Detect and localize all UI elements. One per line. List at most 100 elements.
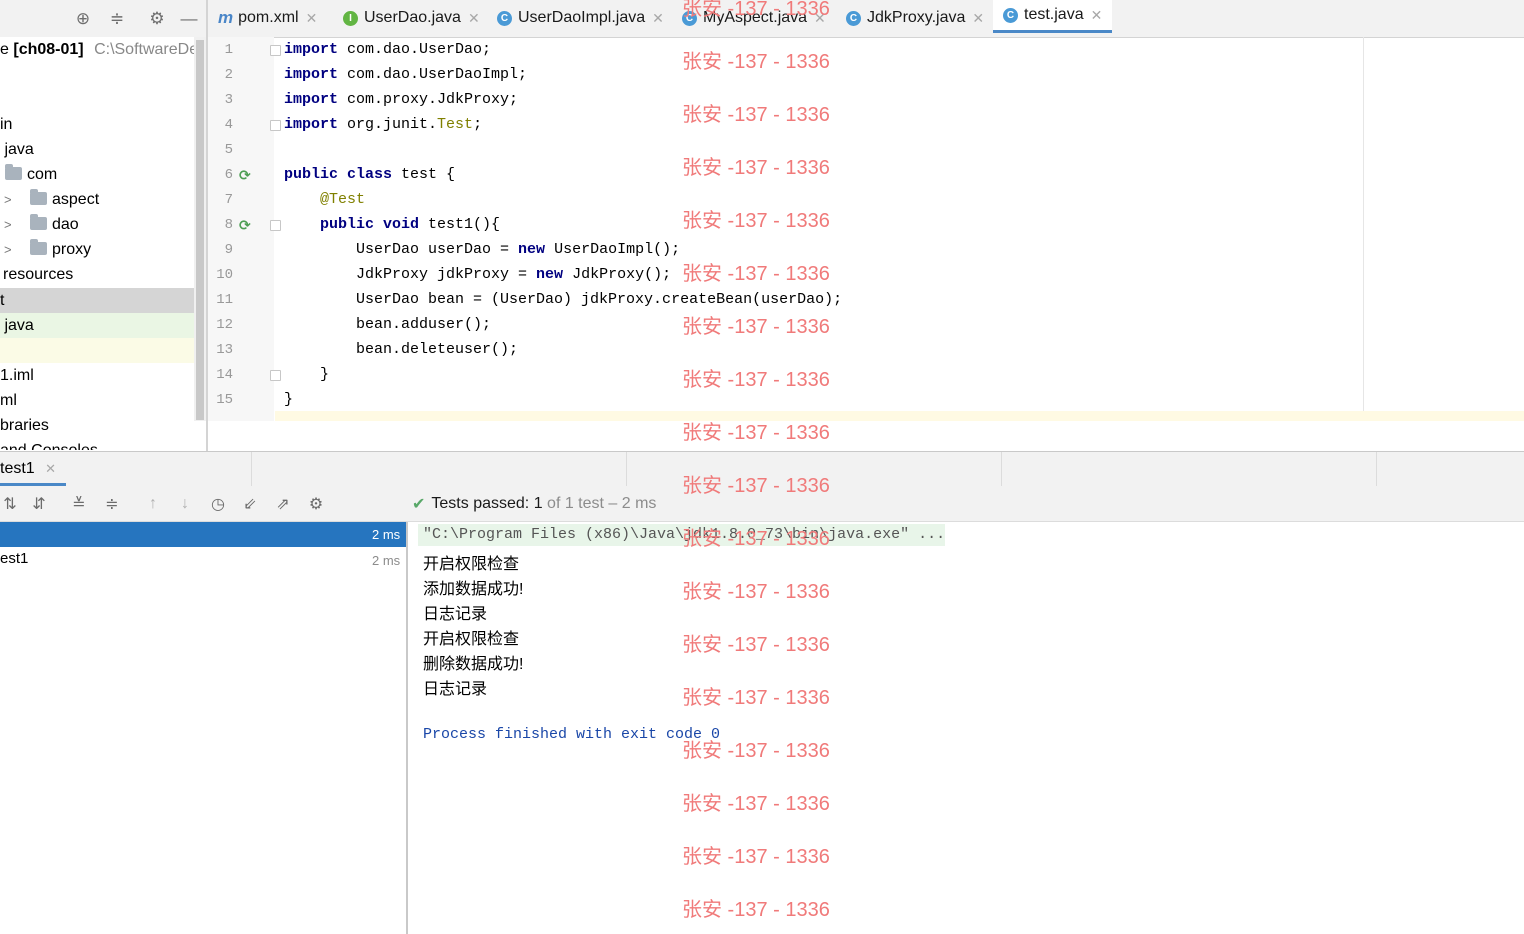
up-arrow-icon[interactable]: ↑ <box>143 495 163 513</box>
export-icon[interactable]: ⇗ <box>273 495 293 513</box>
code-line[interactable]: bean.deleteuser(); <box>284 341 518 358</box>
tree-item[interactable]: 1.iml <box>0 363 194 388</box>
target-icon[interactable]: ⊕ <box>73 9 93 29</box>
line-number: 10 <box>216 267 233 283</box>
tree-item-label: 1.iml <box>0 367 34 384</box>
run-gutter-icon[interactable]: ⟳ <box>239 217 255 233</box>
code-text: JdkProxy(); <box>563 266 672 283</box>
tree-item[interactable]: resources <box>3 262 194 287</box>
code-line[interactable]: } <box>284 391 293 408</box>
close-icon[interactable]: ✕ <box>1091 7 1103 24</box>
close-icon[interactable]: ✕ <box>468 10 480 27</box>
tree-item[interactable]: braries <box>0 413 194 438</box>
tree-folder-com[interactable]: com <box>5 162 194 187</box>
line-number: 2 <box>224 67 233 83</box>
fold-marker[interactable] <box>270 120 281 131</box>
tree-item-label: dao <box>52 216 79 233</box>
code-line[interactable]: @Test <box>284 191 365 208</box>
test-status: ✔ Tests passed: 1 of 1 test – 2 ms <box>412 494 656 514</box>
gear-icon[interactable]: ⚙ <box>306 495 326 513</box>
tree-folder-proxy[interactable]: > proxy <box>4 237 194 262</box>
tab-label: JdkProxy.java <box>867 9 966 26</box>
chevron-right-icon[interactable]: > <box>4 187 18 212</box>
test-tree-row[interactable]: est1 2 ms <box>0 547 406 572</box>
code-line[interactable]: import org.junit.Test; <box>284 116 482 133</box>
code-line[interactable]: import com.proxy.JdkProxy; <box>284 91 518 108</box>
tree-item[interactable]: and Consoles <box>0 438 194 450</box>
close-icon[interactable]: ✕ <box>652 10 664 27</box>
code-line[interactable]: import com.dao.UserDao; <box>284 41 491 58</box>
tree-item[interactable] <box>0 338 194 363</box>
code-text: bean.deleteuser(); <box>284 341 519 358</box>
code-keyword: import <box>284 116 339 133</box>
code-line[interactable]: public void test1(){ <box>284 216 500 233</box>
history-icon[interactable]: ◷ <box>208 495 228 513</box>
tab-userdaoimpl[interactable]: C UserDaoImpl.java ✕ <box>497 0 664 36</box>
sort-duration-icon[interactable]: ⇵ <box>29 495 49 513</box>
tree-item[interactable]: java <box>0 313 194 338</box>
code-line[interactable]: UserDao bean = (UserDao) jdkProxy.create… <box>284 291 842 308</box>
tree-root-prefix: e <box>0 41 9 58</box>
chevron-right-icon[interactable]: > <box>4 237 18 262</box>
run-gutter-icon[interactable]: ⟳ <box>239 167 255 183</box>
status-count: 1 <box>533 495 543 512</box>
code-line[interactable]: public class test { <box>284 166 455 183</box>
code-line[interactable]: import com.dao.UserDaoImpl; <box>284 66 527 83</box>
tree-item-label: braries <box>0 417 49 434</box>
right-margin-guide <box>1363 37 1364 421</box>
run-splitter[interactable] <box>406 522 408 934</box>
header-divider <box>1376 452 1377 486</box>
fold-marker[interactable] <box>270 370 281 381</box>
tab-jdkproxy[interactable]: C JdkProxy.java ✕ <box>846 0 984 36</box>
tree-folder-aspect[interactable]: > aspect <box>4 187 194 212</box>
watermark-text: 张安 -137 - 1336 <box>682 0 830 20</box>
code-line[interactable]: JdkProxy jdkProxy = new JdkProxy(); <box>284 266 671 283</box>
tab-userdao[interactable]: I UserDao.java ✕ <box>343 0 480 36</box>
close-icon[interactable]: ✕ <box>972 10 984 27</box>
code-line[interactable]: bean.adduser(); <box>284 316 491 333</box>
close-icon[interactable]: ✕ <box>45 461 56 476</box>
tree-folder-dao[interactable]: > dao <box>4 212 194 237</box>
tree-item[interactable]: in <box>0 112 194 137</box>
collapse-all-icon[interactable]: ≑ <box>102 495 122 513</box>
tree-item[interactable]: ml <box>0 388 194 413</box>
code-keyword: import <box>284 91 339 108</box>
collapse-icon[interactable]: ≑ <box>107 9 127 29</box>
test-tree-row-selected[interactable]: 2 ms <box>0 522 406 547</box>
code-line[interactable]: } <box>284 366 329 383</box>
tree-item-label: resources <box>3 266 74 283</box>
console-exit-line: Process finished with exit code 0 <box>423 726 721 743</box>
status-rest: of 1 test – 2 ms <box>547 495 657 512</box>
console-output-line: 删除数据成功! <box>423 656 524 673</box>
close-icon[interactable]: ✕ <box>306 10 318 27</box>
header-divider <box>626 452 627 486</box>
fold-marker[interactable] <box>270 220 281 231</box>
tab-pom-xml[interactable]: m pom.xml ✕ <box>218 0 317 36</box>
tree-scrollbar-thumb[interactable] <box>196 40 204 420</box>
tree-item[interactable]: java <box>0 137 194 162</box>
code-text: test1(){ <box>419 216 501 233</box>
watermark-text: 张安 -137 - 1336 <box>682 263 830 285</box>
header-divider <box>1001 452 1002 486</box>
line-number: 5 <box>224 142 233 158</box>
code-keyword: new <box>536 266 564 283</box>
tab-label: UserDaoImpl.java <box>518 9 646 26</box>
code-annotation: @Test <box>320 191 366 208</box>
expand-all-icon[interactable]: ≚ <box>69 495 89 513</box>
test-class-icon: C <box>1003 7 1018 23</box>
code-line[interactable]: UserDao userDao = new UserDaoImpl(); <box>284 241 680 258</box>
tree-root[interactable]: e [ch08-01] C:\SoftwareDep <box>0 37 194 62</box>
code-text: com.proxy.JdkProxy; <box>338 91 519 108</box>
run-tab-test1[interactable]: test1 ✕ <box>0 451 66 486</box>
line-number: 14 <box>216 367 233 383</box>
test-tree <box>0 522 406 934</box>
tree-item-selected[interactable]: t <box>0 288 194 313</box>
minimize-icon[interactable]: — <box>179 9 199 29</box>
down-arrow-icon[interactable]: ↓ <box>175 495 195 513</box>
fold-marker[interactable] <box>270 45 281 56</box>
import-icon[interactable]: ⇙ <box>240 495 260 513</box>
tab-test-java[interactable]: C test.java ✕ <box>993 0 1112 33</box>
sort-alpha-icon[interactable]: ⇅ <box>0 495 20 513</box>
gear-icon[interactable]: ⚙ <box>147 9 167 29</box>
chevron-right-icon[interactable]: > <box>4 212 18 237</box>
